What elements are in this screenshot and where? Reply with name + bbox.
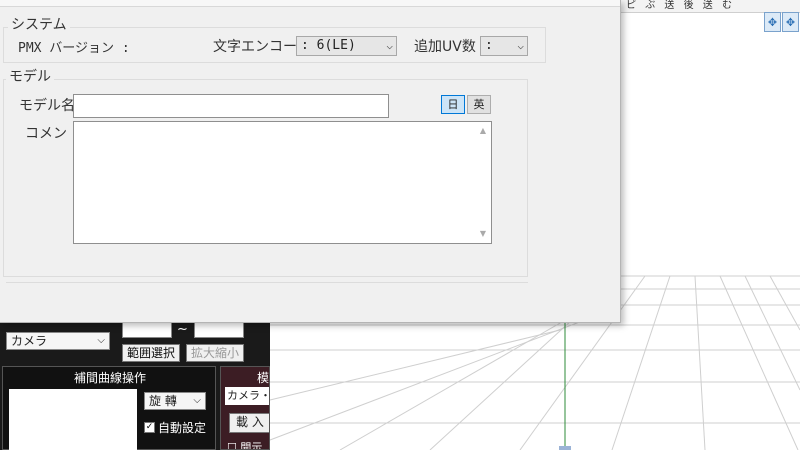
camera-select-value: カメラ <box>11 334 48 348</box>
dialog-top-strip <box>0 0 620 7</box>
comment-textarea[interactable]: ▲ ▼ <box>73 121 492 244</box>
frame-end-input[interactable] <box>194 322 244 338</box>
move-icon[interactable]: ✥ <box>764 12 781 32</box>
range-select-button[interactable]: 範囲選択 <box>122 344 181 362</box>
uv-count-select[interactable]: : ⌵ <box>480 36 528 56</box>
toolbar-item[interactable]: ぶ <box>645 1 655 11</box>
english-language-button[interactable]: 英 <box>467 95 491 114</box>
toolbar-item[interactable]: 送 <box>664 1 674 11</box>
auto-set-checkbox[interactable]: ✓ 自動設定 <box>144 419 206 436</box>
model-select[interactable]: カメラ・照明 <box>225 387 269 405</box>
encode-select[interactable]: : 6(LE) ⌵ <box>296 36 397 56</box>
toolbar-item[interactable]: 後 <box>684 1 694 11</box>
uv-count-label: 追加UV数 <box>414 39 476 55</box>
chevron-down-icon: ⌵ <box>517 39 524 52</box>
zoom-button[interactable]: 拡大縮小 <box>186 344 245 362</box>
model-group-title: モデル <box>6 66 54 86</box>
auto-set-label: 自動設定 <box>158 421 207 435</box>
uv-count-select-value: : <box>485 38 493 53</box>
display-checkbox-label: 開示 <box>240 441 263 450</box>
viewport-icons: ✥ ✥ <box>764 12 799 34</box>
chevron-down-icon: ⌵ <box>97 335 105 346</box>
model-operation-panel: 模 カメラ・照明 載 入 ☐ 開示 <box>220 366 270 450</box>
scroll-up-icon[interactable]: ▲ <box>477 126 489 136</box>
rotation-select[interactable]: 旋 轉 ⌵ <box>144 392 206 410</box>
frame-start-input[interactable] <box>122 322 172 338</box>
frame-range-separator: ~ <box>177 322 188 337</box>
toolbar-item[interactable]: 送 <box>703 1 713 11</box>
model-panel-title: 模 <box>257 371 270 385</box>
toolbar-item[interactable]: む <box>722 1 732 11</box>
load-button[interactable]: 載 入 <box>229 413 269 433</box>
interpolation-curve-canvas[interactable] <box>9 389 137 451</box>
model-name-input[interactable] <box>73 94 389 118</box>
pmx-info-dialog: システム PMX バージョン : 文字エンコード : 6(LE) ⌵ 追加UV数… <box>0 0 621 323</box>
toolbar-item[interactable]: ピ <box>626 1 636 11</box>
checkbox-check-icon: ✓ <box>144 422 155 433</box>
rotation-select-value: 旋 轉 <box>149 394 177 408</box>
pmx-version-label: PMX バージョン : <box>18 41 130 56</box>
encode-select-value: : 6(LE) <box>301 38 356 53</box>
japanese-language-button[interactable]: 日 <box>441 95 465 114</box>
display-checkbox[interactable]: ☐ 開示 <box>227 439 263 450</box>
comment-label: コメン <box>25 126 67 142</box>
system-group-title: システム <box>8 14 70 34</box>
model-name-label: モデル名 <box>19 98 75 114</box>
divider <box>6 282 528 283</box>
interpolation-title: 補間曲線操作 <box>73 371 146 385</box>
chevron-down-icon: ⌵ <box>386 39 393 52</box>
chevron-down-icon: ⌵ <box>193 395 201 406</box>
move-icon[interactable]: ✥ <box>782 12 799 32</box>
camera-select[interactable]: カメラ ⌵ <box>6 332 110 350</box>
scroll-down-icon[interactable]: ▼ <box>477 229 489 239</box>
